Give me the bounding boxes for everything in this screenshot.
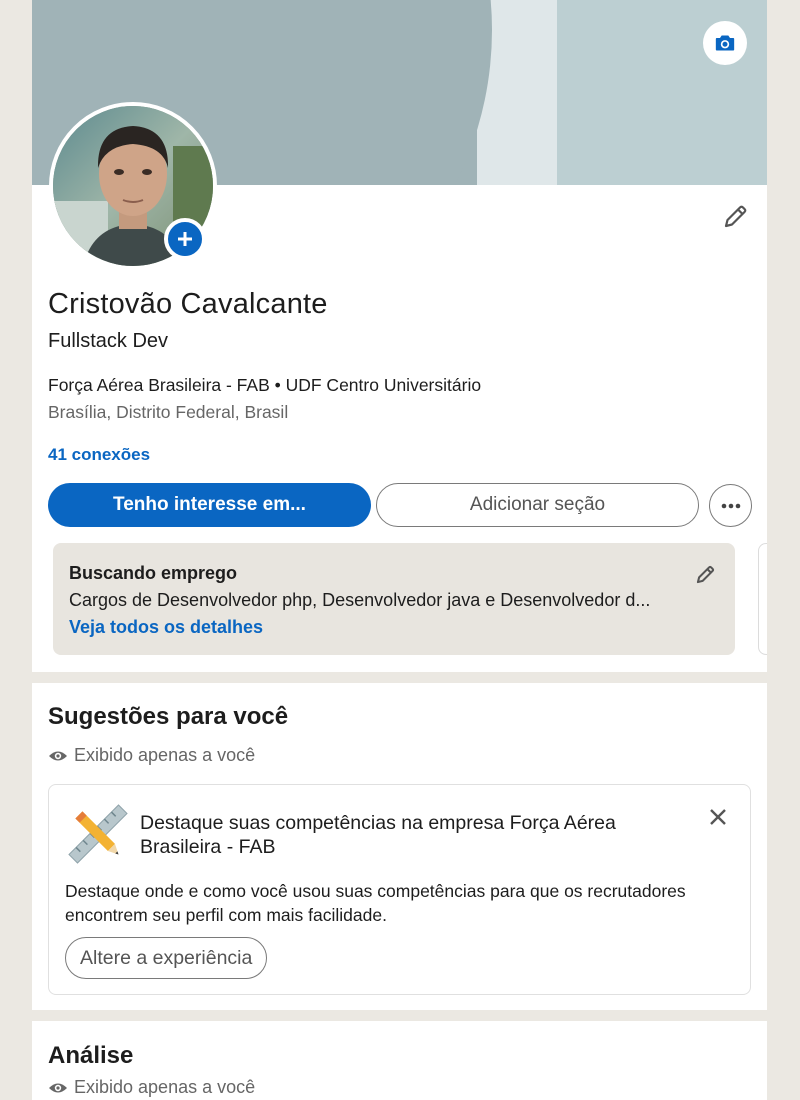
suggestion-item: Destaque suas competências na empresa Fo…	[48, 784, 751, 995]
open-to-work-description: Cargos de Desenvolvedor php, Desenvolved…	[69, 590, 651, 610]
open-to-button[interactable]: Tenho interesse em...	[48, 483, 371, 527]
eye-icon	[49, 1083, 67, 1092]
private-note: Exibido apenas a você	[48, 745, 255, 766]
suggestion-body: Destaque onde e como você usou suas comp…	[65, 881, 686, 925]
profile-card: Cristovão Cavalcante Fullstack Dev Força…	[32, 0, 767, 672]
suggestion-title: Destaque suas competências na empresa Fo…	[140, 812, 616, 858]
dismiss-suggestion-button[interactable]	[704, 803, 732, 831]
close-icon	[710, 809, 726, 825]
profile-name: Cristovão Cavalcante	[48, 288, 328, 320]
suggestions-card: Sugestões para você Exibido apenas a voc…	[32, 683, 767, 1010]
private-note-label: Exibido apenas a você	[74, 745, 256, 765]
edit-open-to-work-button[interactable]	[691, 561, 719, 589]
profile-headline: Fullstack Dev	[48, 330, 169, 352]
open-to-work-title: Buscando emprego	[69, 563, 238, 583]
edit-experience-button[interactable]: Altere a experiência	[65, 937, 268, 979]
suggestions-title: Sugestões para você	[48, 703, 289, 730]
pencil-icon	[724, 205, 747, 228]
edit-intro-button[interactable]	[718, 200, 752, 234]
add-section-button[interactable]: Adicionar seção	[376, 483, 699, 527]
more-button[interactable]	[709, 484, 752, 527]
profile-location: Brasília, Distrito Federal, Brasil	[48, 402, 289, 422]
plus-icon	[178, 232, 192, 246]
add-photo-button[interactable]	[164, 218, 206, 260]
pencil-icon	[696, 565, 715, 584]
next-card-peek[interactable]	[758, 543, 767, 655]
see-all-details-link[interactable]: Veja todos os detalhes	[69, 617, 263, 638]
profile-organizations[interactable]: Força Aérea Brasileira - FAB • UDF Centr…	[48, 375, 481, 396]
camera-icon	[715, 35, 735, 51]
analysis-card: Análise Exibido apenas a você	[32, 1021, 767, 1100]
analysis-private-note-label: Exibido apenas a você	[74, 1077, 256, 1097]
open-to-work-card[interactable]: Buscando emprego Cargos de Desenvolvedor…	[53, 543, 735, 655]
more-icon	[721, 503, 740, 508]
analysis-private-note: Exibido apenas a você	[48, 1077, 255, 1098]
eye-icon	[49, 751, 67, 760]
analysis-title: Análise	[48, 1042, 134, 1069]
connections-link[interactable]: 41 conexões	[48, 445, 150, 465]
ruler-pencil-icon	[68, 804, 128, 864]
edit-cover-button[interactable]	[703, 21, 747, 65]
